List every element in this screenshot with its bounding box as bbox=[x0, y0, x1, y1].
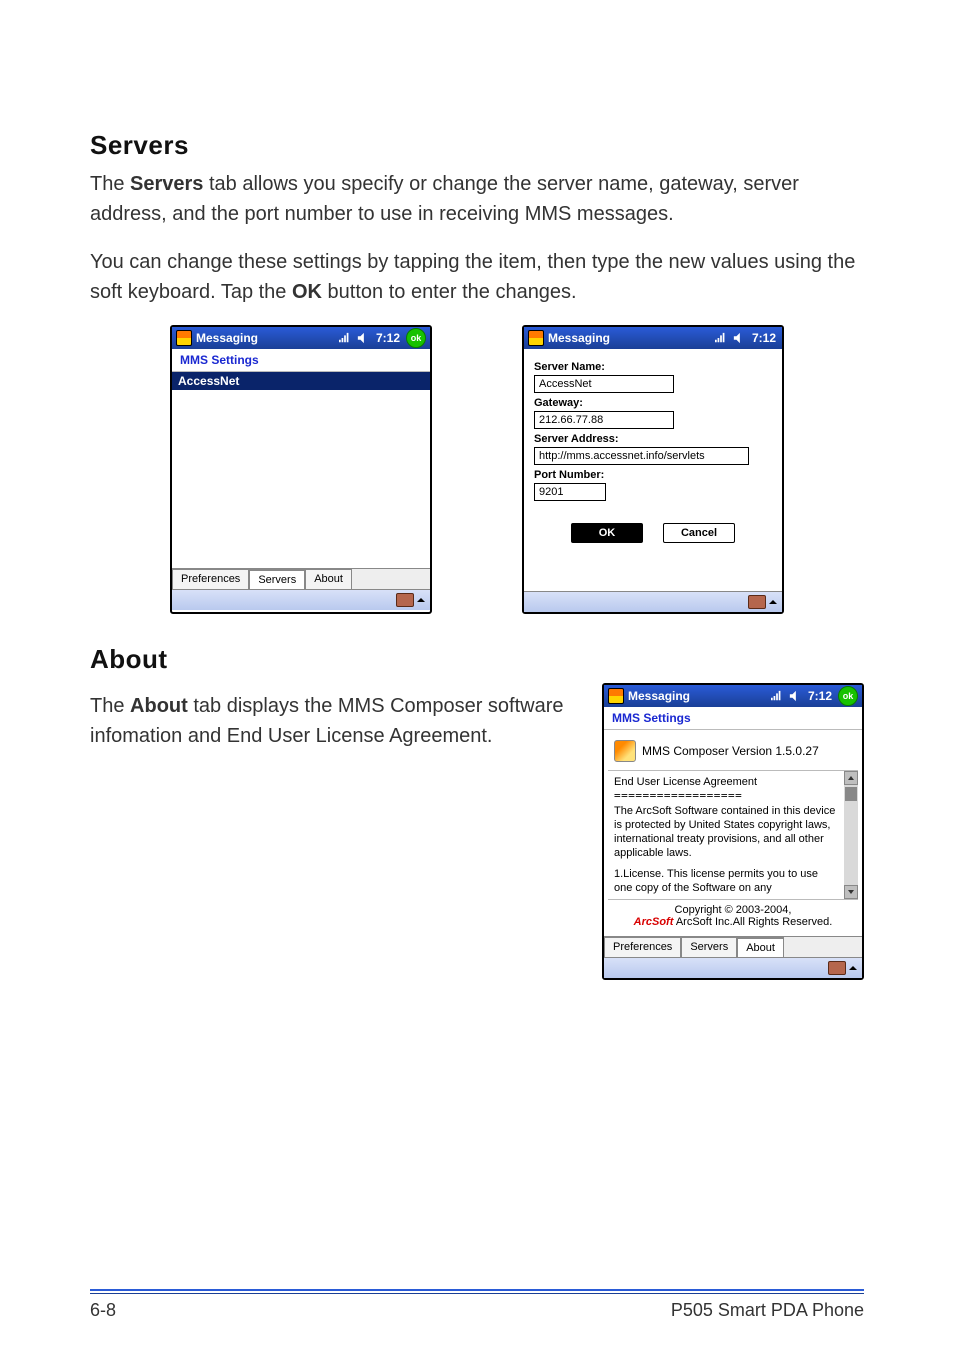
composer-app-icon bbox=[614, 740, 636, 762]
about-word-bold: About bbox=[130, 695, 188, 717]
label-port-number: Port Number: bbox=[534, 469, 772, 481]
copyright-line-2: ArcSoft ArcSoft Inc.All Rights Reserved. bbox=[610, 916, 856, 928]
clock-text: 7:12 bbox=[806, 689, 834, 703]
eula-paragraph-1: The ArcSoft Software contained in this d… bbox=[614, 804, 838, 861]
page-number: 6-8 bbox=[90, 1300, 116, 1321]
tab-servers[interactable]: Servers bbox=[681, 937, 737, 957]
about-version-text: MMS Composer Version 1.5.0.27 bbox=[642, 744, 819, 758]
settings-tabs: Preferences Servers About bbox=[172, 568, 430, 589]
tab-preferences[interactable]: Preferences bbox=[604, 937, 681, 957]
label-server-address: Server Address: bbox=[534, 433, 772, 445]
signal-icon[interactable] bbox=[770, 690, 784, 702]
start-flag-icon[interactable] bbox=[608, 688, 624, 704]
tab-preferences[interactable]: Preferences bbox=[172, 569, 249, 589]
keyboard-icon[interactable] bbox=[828, 961, 846, 975]
input-port-number[interactable] bbox=[534, 483, 606, 501]
speaker-icon[interactable] bbox=[788, 690, 802, 702]
text-span: The bbox=[90, 695, 130, 717]
product-name: P505 Smart PDA Phone bbox=[671, 1300, 864, 1321]
cancel-button[interactable]: Cancel bbox=[663, 523, 735, 543]
scroll-thumb[interactable] bbox=[845, 787, 857, 801]
scroll-down-icon[interactable] bbox=[844, 885, 858, 899]
about-paragraph: The About tab displays the MMS Composer … bbox=[90, 691, 572, 751]
pda-screenshot-server-edit: Messaging 7:12 Server Name: Gateway: Ser… bbox=[522, 325, 784, 614]
eula-divider: ================== bbox=[614, 789, 838, 803]
titlebar: Messaging 7:12 ok bbox=[172, 327, 430, 349]
keyboard-menu-arrow-icon[interactable] bbox=[416, 595, 426, 605]
mms-settings-subheader: MMS Settings bbox=[172, 349, 430, 372]
text-span: The bbox=[90, 173, 130, 195]
keyboard-icon[interactable] bbox=[748, 595, 766, 609]
titlebar: Messaging 7:12 ok bbox=[604, 685, 862, 707]
start-flag-icon[interactable] bbox=[528, 330, 544, 346]
pda-footer bbox=[524, 591, 782, 612]
eula-area: End User License Agreement =============… bbox=[608, 771, 858, 899]
server-edit-form: Server Name: Gateway: Server Address: Po… bbox=[524, 349, 782, 591]
signal-icon[interactable] bbox=[714, 332, 728, 344]
servers-paragraph-2: You can change these settings by tapping… bbox=[90, 247, 864, 307]
eula-title: End User License Agreement bbox=[614, 775, 838, 789]
about-copyright: Copyright © 2003-2004, ArcSoft ArcSoft I… bbox=[608, 899, 858, 934]
footer-sub-rule bbox=[90, 1293, 864, 1294]
titlebar: Messaging 7:12 bbox=[524, 327, 782, 349]
input-server-name[interactable] bbox=[534, 375, 674, 393]
keyboard-menu-arrow-icon[interactable] bbox=[848, 963, 858, 973]
clock-text: 7:12 bbox=[374, 331, 402, 345]
servers-paragraph-1: The Servers tab allows you specify or ch… bbox=[90, 169, 864, 229]
ok-button[interactable]: OK bbox=[571, 523, 643, 543]
eula-paragraph-2: 1.License. This license permits you to u… bbox=[614, 867, 838, 896]
servers-screenshots-row: Messaging 7:12 ok MMS Settings AccessNet… bbox=[90, 325, 864, 614]
scroll-up-icon[interactable] bbox=[844, 771, 858, 785]
about-version-row: MMS Composer Version 1.5.0.27 bbox=[608, 736, 858, 771]
ok-badge-icon[interactable]: ok bbox=[838, 686, 858, 706]
clock-text: 7:12 bbox=[750, 331, 778, 345]
app-title: Messaging bbox=[548, 331, 710, 345]
footer-rule bbox=[90, 1289, 864, 1291]
label-server-name: Server Name: bbox=[534, 361, 772, 373]
arcsoft-logo-text: ArcSoft bbox=[634, 916, 674, 928]
keyboard-icon[interactable] bbox=[396, 593, 414, 607]
speaker-icon[interactable] bbox=[732, 332, 746, 344]
tab-about[interactable]: About bbox=[305, 569, 352, 589]
eula-scrollbar[interactable] bbox=[844, 771, 858, 899]
text-span: button to enter the changes. bbox=[322, 281, 577, 303]
settings-tabs: Preferences Servers About bbox=[604, 936, 862, 957]
copyright-line-1: Copyright © 2003-2004, bbox=[610, 904, 856, 916]
servers-word-bold: Servers bbox=[130, 173, 203, 195]
start-flag-icon[interactable] bbox=[176, 330, 192, 346]
pda-footer bbox=[604, 957, 862, 978]
pda-screenshot-about: Messaging 7:12 ok MMS Settings MMS Compo… bbox=[602, 683, 864, 980]
speaker-icon[interactable] bbox=[356, 332, 370, 344]
pda-screenshot-servers-list: Messaging 7:12 ok MMS Settings AccessNet… bbox=[170, 325, 432, 614]
servers-heading: Servers bbox=[90, 130, 864, 161]
label-gateway: Gateway: bbox=[534, 397, 772, 409]
ok-badge-icon[interactable]: ok bbox=[406, 328, 426, 348]
mms-settings-subheader: MMS Settings bbox=[604, 707, 862, 730]
copyright-line-2-rest: ArcSoft Inc.All Rights Reserved. bbox=[673, 916, 832, 928]
ok-word-bold: OK bbox=[292, 281, 322, 303]
app-title: Messaging bbox=[628, 689, 766, 703]
server-list-empty-area[interactable] bbox=[172, 390, 430, 568]
signal-icon[interactable] bbox=[338, 332, 352, 344]
keyboard-menu-arrow-icon[interactable] bbox=[768, 597, 778, 607]
app-title: Messaging bbox=[196, 331, 334, 345]
server-list-item-selected[interactable]: AccessNet bbox=[172, 372, 430, 390]
page-footer: 6-8 P505 Smart PDA Phone bbox=[90, 1289, 864, 1321]
tab-about[interactable]: About bbox=[737, 937, 784, 957]
servers-list-area: AccessNet bbox=[172, 372, 430, 568]
about-heading: About bbox=[90, 644, 864, 675]
eula-text: End User License Agreement =============… bbox=[608, 771, 844, 899]
pda-footer bbox=[172, 589, 430, 610]
input-server-address[interactable] bbox=[534, 447, 749, 465]
about-body: MMS Composer Version 1.5.0.27 End User L… bbox=[604, 730, 862, 936]
input-gateway[interactable] bbox=[534, 411, 674, 429]
tab-servers[interactable]: Servers bbox=[249, 569, 305, 589]
